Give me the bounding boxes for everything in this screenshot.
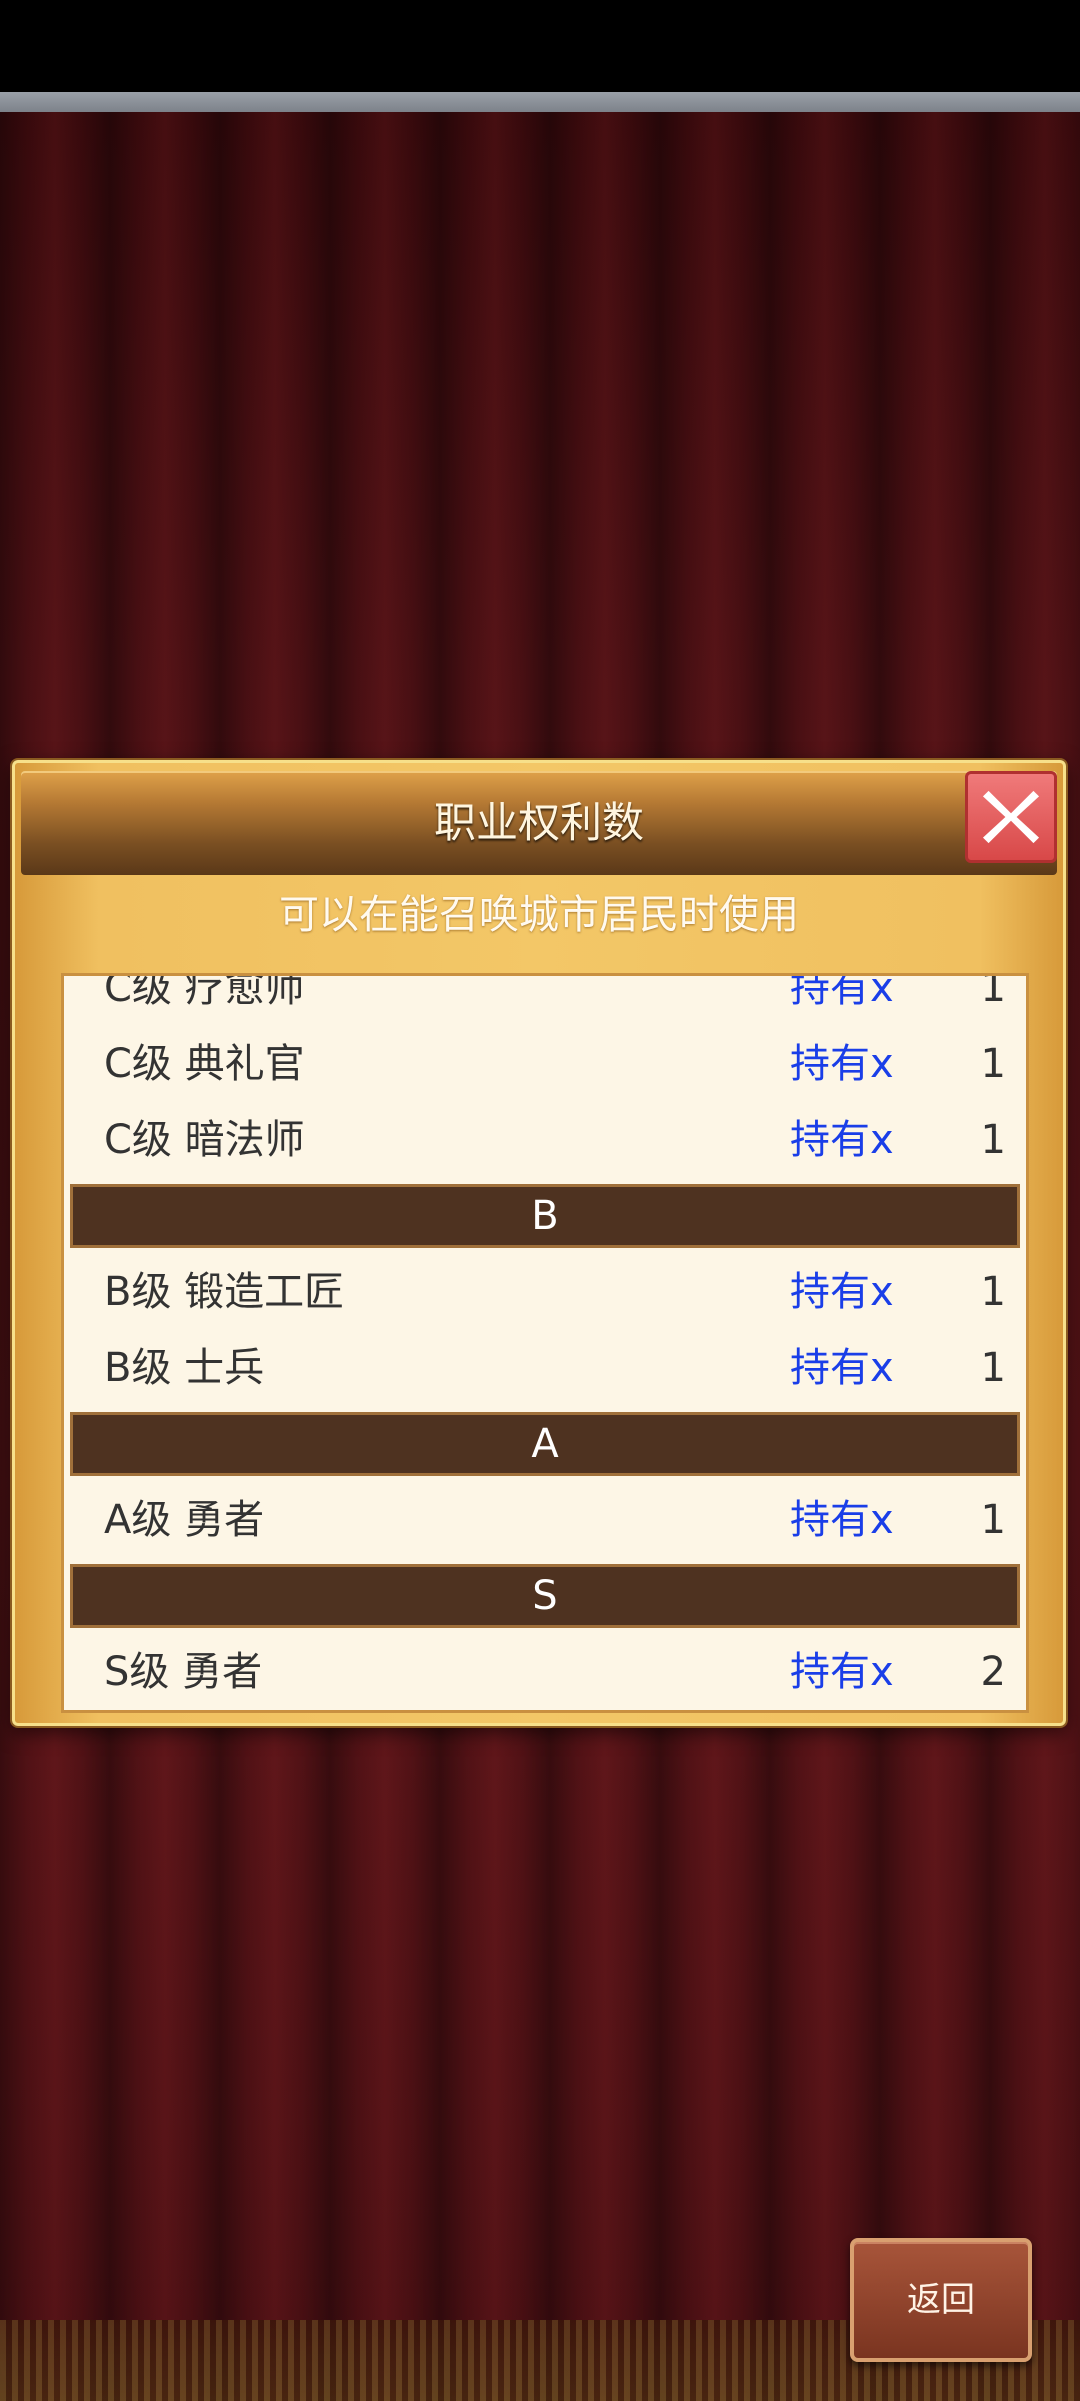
holds-label: 持有x: [790, 1117, 894, 1163]
list-item[interactable]: C级 疗愈师 持有x 1: [64, 973, 1026, 1026]
job-list-panel[interactable]: C级 疗愈师 持有x 1 C级 典礼官 持有x 1 C级 暗法师 持有x 1 B B级 锻造工匠 持有…: [61, 973, 1029, 1713]
back-button[interactable]: 返回: [850, 2238, 1032, 2362]
job-name: B级 锻造工匠: [104, 1269, 345, 1315]
job-list: C级 疗愈师 持有x 1 C级 典礼官 持有x 1 C级 暗法师 持有x 1 B B级 锻造工匠 持有…: [64, 973, 1026, 1710]
dialog-subtitle: 可以在能召唤城市居民时使用: [279, 892, 799, 938]
dialog-title: 职业权利数: [433, 798, 644, 847]
holds-count: 1: [980, 1345, 1006, 1391]
holds-count: 1: [980, 1269, 1006, 1315]
section-header: S: [70, 1564, 1020, 1628]
holds-label: 持有x: [790, 973, 894, 1011]
job-name: B级 士兵: [104, 1345, 265, 1391]
job-rights-dialog: 职业权利数 可以在能召唤城市居民时使用 C级 疗愈师 持有x 1 C级 典礼官 持有x 1…: [12, 760, 1066, 1726]
section-header: B: [70, 1184, 1020, 1248]
list-item[interactable]: B级 士兵 持有x 1: [64, 1330, 1026, 1406]
section-header: A: [70, 1412, 1020, 1476]
holds-label: 持有x: [790, 1649, 894, 1695]
job-name: C级 典礼官: [104, 1041, 305, 1087]
holds-label: 持有x: [790, 1497, 894, 1543]
list-item[interactable]: B级 锻造工匠 持有x 1: [64, 1254, 1026, 1330]
holds-count: 1: [980, 1041, 1006, 1087]
holds-label: 持有x: [790, 1345, 894, 1391]
job-name: A级 勇者: [104, 1497, 265, 1543]
holds-label: 持有x: [790, 1269, 894, 1315]
list-item[interactable]: S级 勇者 持有x 2: [64, 1634, 1026, 1710]
job-name: S级 勇者: [104, 1649, 263, 1695]
close-button[interactable]: [965, 771, 1057, 863]
holds-count: 1: [980, 1117, 1006, 1163]
job-name: C级 疗愈师: [104, 973, 305, 1011]
top-divider: [0, 92, 1080, 112]
dialog-header: 职业权利数: [21, 771, 1057, 875]
holds-count: 2: [980, 1649, 1006, 1695]
holds-count: 1: [980, 973, 1006, 1011]
holds-count: 1: [980, 1497, 1006, 1543]
job-name: C级 暗法师: [104, 1117, 305, 1163]
list-item[interactable]: C级 典礼官 持有x 1: [64, 1026, 1026, 1102]
status-bar: [0, 0, 1080, 92]
close-x-icon: [982, 790, 1040, 844]
list-item[interactable]: A级 勇者 持有x 1: [64, 1482, 1026, 1558]
holds-label: 持有x: [790, 1041, 894, 1087]
list-item[interactable]: C级 暗法师 持有x 1: [64, 1102, 1026, 1178]
